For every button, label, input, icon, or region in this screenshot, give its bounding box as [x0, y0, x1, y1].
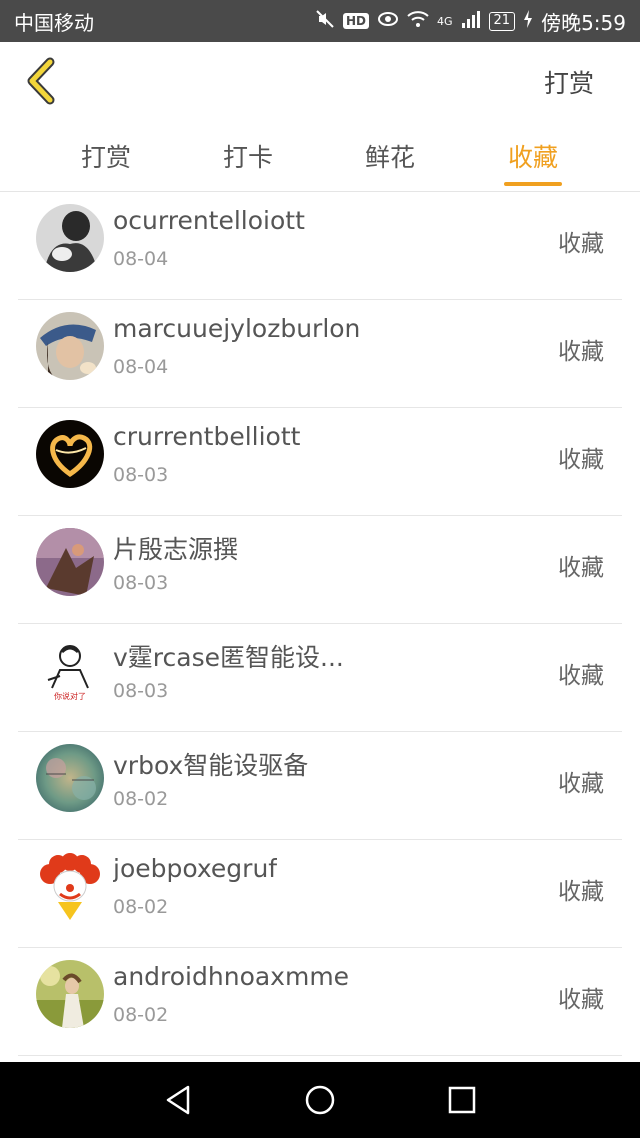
- favorite-label: 收藏: [558, 339, 604, 365]
- header: 打赏: [0, 42, 640, 120]
- avatar: [36, 312, 104, 380]
- circle-home-icon: [305, 1085, 335, 1115]
- date-label: 08-03: [113, 464, 169, 486]
- avatar: [36, 744, 104, 812]
- date-label: 08-02: [113, 896, 169, 918]
- triangle-back-icon: [166, 1085, 190, 1115]
- tab-favorites[interactable]: 收藏: [493, 138, 573, 174]
- date-label: 08-04: [113, 248, 169, 270]
- date-label: 08-03: [113, 680, 169, 702]
- avatar-caption: 你说对了: [54, 691, 86, 701]
- date-label: 08-02: [113, 788, 169, 810]
- nav-recents-button[interactable]: [444, 1082, 480, 1118]
- tab-reward[interactable]: 打赏: [66, 138, 146, 174]
- tab-checkin[interactable]: 打卡: [208, 138, 288, 174]
- chevron-left-icon: [27, 57, 55, 105]
- wifi-icon: [407, 10, 429, 33]
- username: ocurrentelloiott: [113, 206, 305, 235]
- username: 片殷志源撰: [113, 535, 239, 564]
- avatar: [36, 852, 104, 920]
- favorite-label: 收藏: [558, 231, 604, 257]
- charging-icon: [523, 9, 533, 33]
- username: joebpoxegruf: [113, 854, 278, 883]
- nav-home-button[interactable]: [302, 1082, 338, 1118]
- avatar: 你说对了: [36, 636, 104, 704]
- list-item[interactable]: 片殷志源撰 08-03 收藏: [18, 516, 622, 624]
- avatar: [36, 204, 104, 272]
- status-bar: 中国移动 HD 4G 21 傍晚5:59: [0, 0, 640, 42]
- status-icons: HD 4G 21 傍晚5:59: [315, 7, 626, 36]
- username: vrbox智能设驱备: [113, 751, 309, 780]
- carrier-label: 中国移动: [14, 10, 94, 35]
- date-label: 08-03: [113, 572, 169, 594]
- avatar: [36, 960, 104, 1028]
- list-item[interactable]: marcuuejylozburlon 08-04 收藏: [18, 300, 622, 408]
- favorite-label: 收藏: [558, 771, 604, 797]
- list-item[interactable]: vrbox智能设驱备 08-02 收藏: [18, 732, 622, 840]
- list-item[interactable]: joebpoxegruf 08-02 收藏: [18, 840, 622, 948]
- navigation-bar: [0, 1062, 640, 1138]
- favorite-label: 收藏: [558, 879, 604, 905]
- favorite-label: 收藏: [558, 663, 604, 689]
- square-recents-icon: [448, 1086, 476, 1114]
- favorite-label: 收藏: [558, 555, 604, 581]
- back-button[interactable]: [22, 56, 62, 106]
- battery-icon: 21: [488, 11, 516, 31]
- mute-icon: [315, 9, 335, 34]
- avatar: [36, 420, 104, 488]
- favorites-list: ocurrentelloiott 08-04 收藏 marcuuejylozbu…: [0, 192, 640, 1062]
- list-item[interactable]: androidhnoaxmme 08-02 收藏: [18, 948, 622, 1056]
- nav-back-button[interactable]: [160, 1082, 196, 1118]
- date-label: 08-04: [113, 356, 169, 378]
- date-label: 08-02: [113, 1004, 169, 1026]
- list-item[interactable]: ocurrentelloiott 08-04 收藏: [18, 192, 622, 300]
- username: marcuuejylozburlon: [113, 314, 361, 343]
- list-item[interactable]: 你说对了 v霆rcase匿智能设... 08-03 收藏: [18, 624, 622, 732]
- username: androidhnoaxmme: [113, 962, 350, 991]
- clock-label: 傍晚5:59: [541, 10, 626, 35]
- tab-flowers[interactable]: 鲜花: [350, 138, 430, 174]
- username: v霆rcase匿智能设...: [113, 643, 344, 672]
- hd-icon: HD: [342, 13, 369, 29]
- favorite-label: 收藏: [558, 987, 604, 1013]
- favorite-label: 收藏: [558, 447, 604, 473]
- list-item[interactable]: crurrentbelliott 08-03 收藏: [18, 408, 622, 516]
- username: crurrentbelliott: [113, 422, 301, 451]
- reward-header-button[interactable]: 打赏: [544, 64, 594, 100]
- signal-icon: [461, 10, 481, 33]
- eye-icon: [377, 11, 399, 32]
- avatar: [36, 528, 104, 596]
- network-type-label: 4G: [437, 14, 453, 28]
- tab-bar: 打赏 打卡 鲜花 收藏: [0, 120, 640, 192]
- active-tab-indicator: [504, 182, 562, 186]
